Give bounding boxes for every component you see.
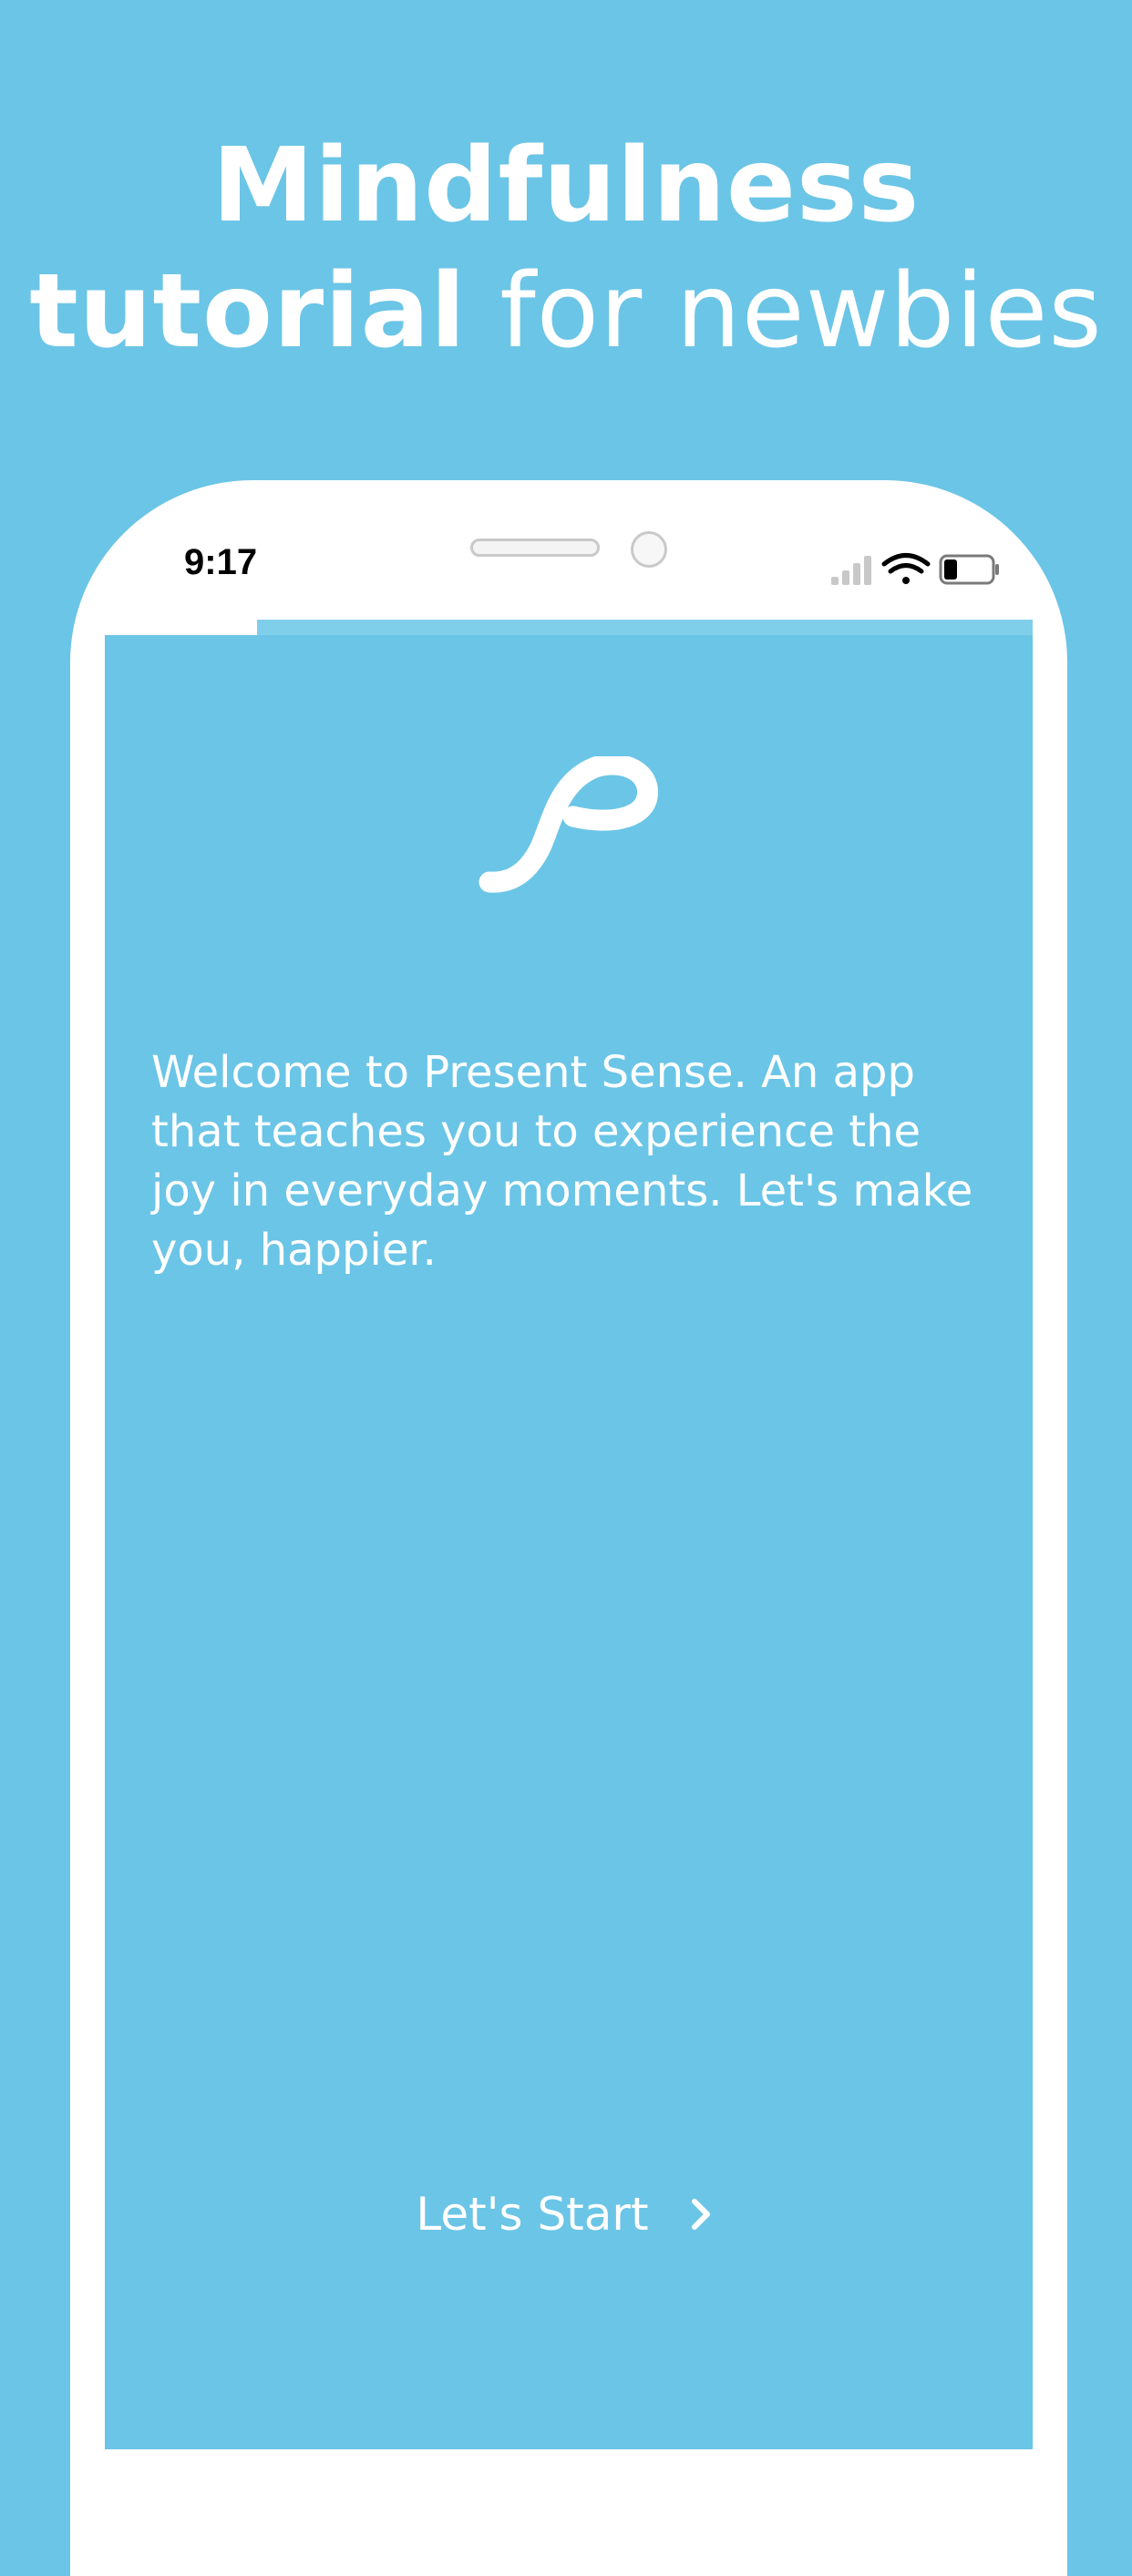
- progress-bar-remaining: [257, 620, 1033, 635]
- progress-bar-fill: [105, 620, 257, 635]
- lets-start-label: Let's Start: [416, 2188, 649, 2241]
- status-time: 9:17: [184, 542, 258, 582]
- phone-camera: [631, 531, 667, 568]
- phone-speaker: [470, 539, 600, 557]
- welcome-text: Welcome to Present Sense. An app that te…: [151, 1047, 973, 1276]
- wifi-icon: [881, 553, 931, 584]
- cellular-signal-icon: [831, 556, 871, 585]
- chevron-right-icon: [691, 2199, 710, 2230]
- battery-icon: [939, 554, 999, 585]
- headline-bold-word: tutorial: [29, 252, 467, 371]
- present-sense-logo: [479, 756, 658, 893]
- headline-line-1: Mindfulness: [211, 127, 921, 245]
- status-icons: [831, 553, 999, 585]
- lets-start-button[interactable]: Let's Start: [383, 2178, 747, 2251]
- promo-headline: Mindfulness tutorial for newbies: [0, 123, 1132, 375]
- headline-light-words: for newbies: [466, 252, 1103, 371]
- headline-line-2: tutorial for newbies: [0, 249, 1132, 375]
